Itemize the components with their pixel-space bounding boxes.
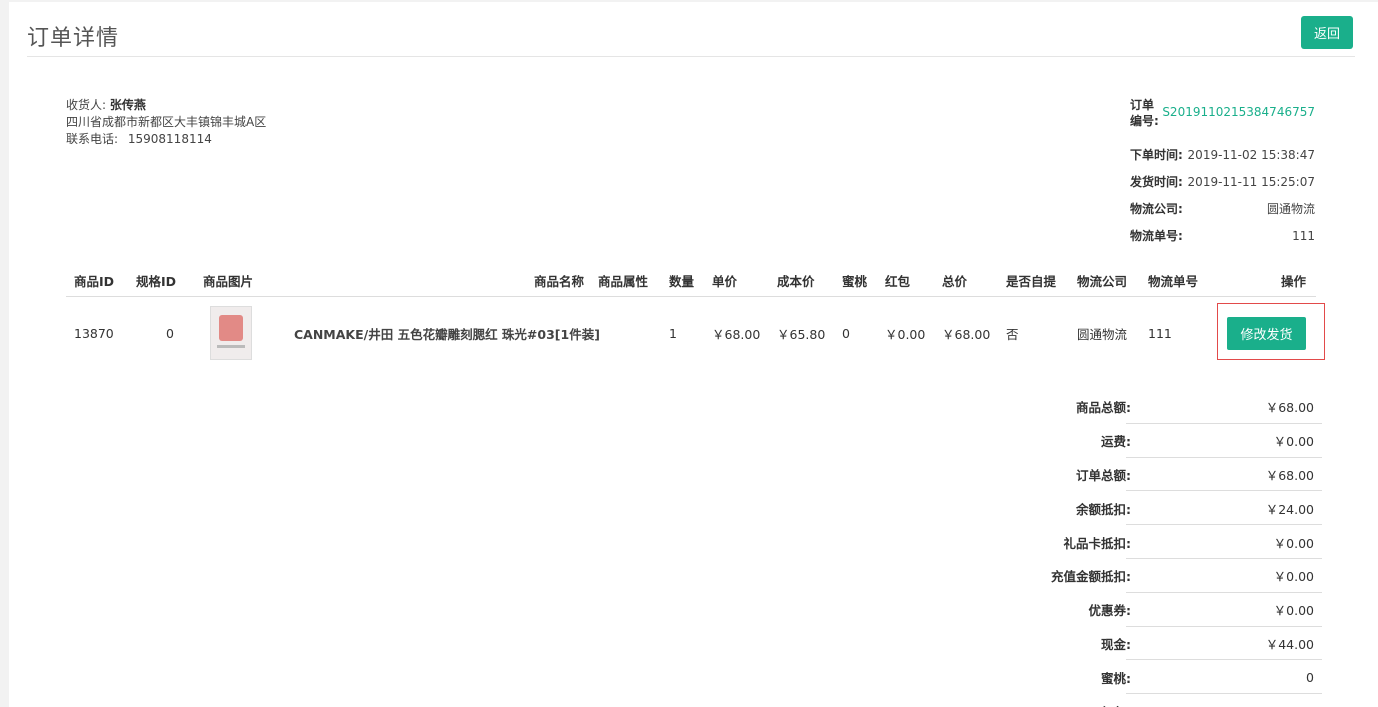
summary-label: 充值金额抵扣:: [1051, 569, 1131, 585]
summary-label: 礼品卡抵扣:: [1063, 535, 1132, 551]
summary-label: 蜜桃:: [1101, 670, 1131, 686]
order-time: 2019-11-02 15:38:47: [1187, 147, 1315, 162]
summary-label: 运费:: [1101, 434, 1131, 450]
summary-row: 订单总额: ￥68.00: [1026, 458, 1322, 492]
carrier-row: 物流公司: 圆通物流: [1130, 195, 1315, 222]
ship-time: 2019-11-11 15:25:07: [1187, 174, 1315, 189]
summary-label: 优惠券:: [1088, 603, 1132, 619]
summary-row: 商品总额: ￥68.00: [1026, 390, 1322, 424]
edit-shipment-button[interactable]: 修改发货: [1227, 316, 1306, 350]
order-number: S2019110215384746757: [1162, 105, 1315, 119]
recipient-phone: 15908118114: [127, 132, 212, 146]
summary-value: ￥24.00: [1265, 501, 1314, 517]
summary-label: 现金:: [1101, 636, 1131, 652]
recipient-phone-line: 联系电话: 15908118114: [66, 131, 266, 148]
summary-row: 礼品卡抵扣: ￥0.00: [1026, 525, 1322, 559]
summary-value: ￥0.00: [1273, 434, 1314, 450]
summary-row: 运费: ￥0.00: [1026, 424, 1322, 458]
ship-time-row: 发货时间: 2019-11-11 15:25:07: [1130, 168, 1315, 195]
tracking-label: 物流单号:: [1130, 229, 1183, 243]
col-cost: 成本价: [777, 273, 815, 289]
tracking-row: 物流单号: 111: [1130, 222, 1315, 249]
page-title: 订单详情: [27, 26, 120, 51]
order-time-label: 下单时间:: [1130, 148, 1183, 162]
col-product-id: 商品ID: [74, 273, 115, 289]
ship-time-label: 发货时间:: [1130, 175, 1183, 189]
table-row: 13870 0 CANMAKE/井田 五色花瓣雕刻腮红 珠光#03[1件装] 1…: [66, 297, 1316, 369]
recipient-phone-label: 联系电话:: [66, 132, 119, 146]
summary-value: ￥0.00: [1273, 569, 1314, 585]
col-total: 总价: [942, 273, 968, 289]
cell-action: 修改发货: [1227, 297, 1306, 369]
title-divider: [27, 56, 1355, 57]
cell-peach: 0: [842, 325, 850, 341]
col-name: 商品名称: [533, 273, 584, 289]
summary-label: 订单总额:: [1076, 467, 1131, 483]
summary-row: 现金: ￥44.00: [1026, 627, 1322, 661]
recipient-name: 张传燕: [109, 98, 146, 112]
tracking-number: 111: [1292, 228, 1315, 243]
recipient-name-label: 收货人:: [66, 98, 107, 112]
col-redpack: 红包: [885, 273, 911, 289]
col-attrs: 商品属性: [597, 273, 648, 289]
carrier-label: 物流公司:: [1130, 202, 1183, 216]
summary-row: 余额抵扣: ￥24.00: [1026, 491, 1322, 526]
cell-redpack: ￥0.00: [885, 326, 926, 342]
summary-value: 0: [1306, 669, 1314, 685]
cell-image: [210, 297, 252, 369]
summary-value: ￥0.00: [1273, 535, 1314, 551]
col-tracking: 物流单号: [1148, 273, 1199, 289]
cell-cost: ￥65.80: [777, 326, 826, 342]
carrier: 圆通物流: [1266, 202, 1315, 216]
cell-total: ￥68.00: [942, 326, 991, 342]
summary-label: 商品总额:: [1076, 400, 1131, 416]
summary-row: 红包: ￥0.00: [1026, 694, 1314, 707]
summary-value: ￥0.00: [1273, 603, 1314, 619]
col-price: 单价: [712, 273, 738, 289]
order-time-row: 下单时间: 2019-11-02 15:38:47: [1130, 141, 1315, 168]
col-spec-id: 规格ID: [136, 273, 177, 289]
cell-carrier: 圆通物流: [1077, 326, 1128, 342]
product-thumbnail-icon[interactable]: [210, 306, 252, 360]
cell-tracking: 111: [1148, 325, 1172, 341]
col-image: 商品图片: [203, 273, 254, 289]
summary-row: 充值金额抵扣: ￥0.00: [1026, 559, 1322, 593]
summary-label: 红包:: [1101, 694, 1131, 707]
recipient-address: 四川省成都市新都区大丰镇锦丰城A区: [66, 115, 267, 129]
col-qty: 数量: [669, 273, 695, 289]
summary-row: 优惠券: ￥0.00: [1026, 593, 1322, 627]
summary-label: 余额抵扣:: [1076, 501, 1131, 517]
back-button[interactable]: 返回: [1301, 16, 1353, 49]
order-items-table: 商品ID 规格ID 商品图片 商品名称 商品属性 数量 单价 成本价 蜜桃 红包…: [66, 264, 1316, 369]
order-summary: 商品总额: ￥68.00 运费: ￥0.00 订单总额: ￥68.00 余额抵扣: ￥2…: [1026, 390, 1322, 707]
summary-value: ￥44.00: [1265, 636, 1314, 652]
order-info: 订单编号: S2019110215384746757 下单时间: 2019-11…: [1130, 97, 1315, 249]
order-number-label: 订单编号:: [1130, 98, 1159, 128]
cell-price: ￥68.00: [712, 326, 761, 342]
cell-product-name[interactable]: CANMAKE/井田 五色花瓣雕刻腮红 珠光#03[1件装]: [294, 297, 600, 369]
order-number-row: 订单编号: S2019110215384746757: [1130, 97, 1315, 141]
cell-spec-id: 0: [166, 325, 174, 341]
summary-value: ￥0.00: [1274, 694, 1314, 707]
order-detail-panel: 订单详情 返回 收货人: 张传燕 四川省成都市新都区大丰镇锦丰城A区 联系电话:…: [9, 2, 1378, 707]
cell-product-id: 13870: [74, 325, 114, 341]
col-carrier: 物流公司: [1077, 273, 1128, 289]
col-action: 操作: [1280, 273, 1306, 289]
col-peach: 蜜桃: [842, 273, 868, 289]
col-pickup: 是否自提: [1006, 273, 1057, 289]
summary-value: ￥68.00: [1265, 400, 1314, 416]
summary-value: ￥68.00: [1265, 467, 1314, 483]
cell-qty: 1: [669, 325, 677, 341]
table-header: 商品ID 规格ID 商品图片 商品名称 商品属性 数量 单价 成本价 蜜桃 红包…: [66, 264, 1316, 297]
recipient-name-line: 收货人: 张传燕: [66, 97, 266, 114]
summary-row: 蜜桃: 0: [1026, 660, 1322, 695]
recipient-info: 收货人: 张传燕 四川省成都市新都区大丰镇锦丰城A区 联系电话: 1590811…: [66, 97, 266, 148]
cell-pickup: 否: [1006, 326, 1019, 342]
